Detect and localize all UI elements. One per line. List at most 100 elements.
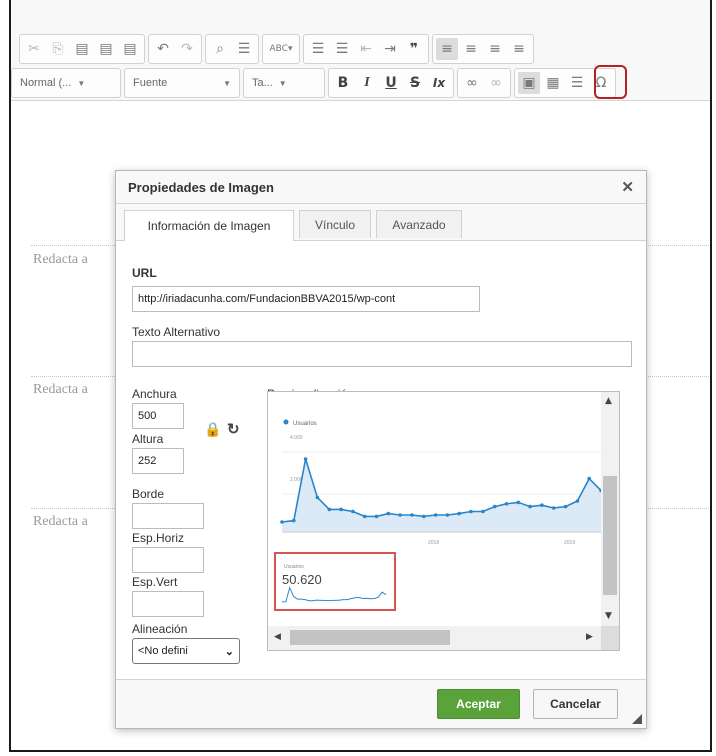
y-tick-label: 4.000 [290, 435, 303, 441]
underline-icon[interactable]: U [380, 72, 402, 94]
url-label: URL [132, 266, 157, 280]
format-combo[interactable]: Normal (... ▼ [11, 68, 121, 98]
series-point [351, 509, 355, 514]
scroll-up-icon[interactable]: ▲ [605, 396, 612, 406]
scroll-left-icon[interactable]: ◀ [274, 632, 281, 642]
alignment-label: Alineación [132, 622, 188, 636]
find-icon[interactable]: ⌕ [209, 38, 231, 60]
alt-text-label: Texto Alternativo [132, 325, 221, 339]
series-point [433, 513, 438, 517]
horizontal-scrollbar[interactable]: ◀ ▶ [268, 626, 619, 650]
size-combo[interactable]: Ta... ▼ [243, 68, 325, 98]
align-right-icon[interactable]: ≡ [484, 38, 506, 60]
series-area [282, 459, 601, 532]
height-label: Altura [132, 432, 164, 446]
alt-text-input[interactable] [132, 341, 632, 367]
undo-icon[interactable]: ↶ [152, 38, 174, 60]
editor-placeholder[interactable]: Redacta a [33, 252, 88, 268]
series-point [492, 504, 497, 509]
series-point [410, 513, 414, 517]
close-icon[interactable]: ✕ [621, 178, 634, 196]
outdent-icon[interactable]: ⇤ [355, 38, 377, 60]
height-input[interactable]: 252 [132, 448, 184, 474]
series-point [292, 518, 296, 523]
dialog-tabs: Información de Imagen Vínculo Avanzado [116, 204, 646, 241]
x-tick-label: 2019 [564, 540, 575, 546]
redo-icon[interactable]: ↷ [176, 38, 198, 60]
series-point [540, 503, 544, 507]
horizontal-scroll-thumb[interactable] [290, 630, 450, 645]
vertical-scrollbar[interactable]: ▲ ▼ [601, 392, 619, 626]
chevron-down-icon: ▼ [223, 78, 231, 88]
editor-frame: ✂ ⎘ ▤ ▤ ▤ ↶ ↷ ⌕ ☰ ABC▾ ☰ ☰ ⇤ ⇥ ❞ ≡ ≡ ≡ ≡ [9, 0, 712, 752]
series-point [339, 507, 343, 512]
font-combo[interactable]: Fuente ▼ [124, 68, 240, 98]
border-input[interactable] [132, 503, 204, 529]
clipboard-group: ✂ ⎘ ▤ ▤ ▤ [19, 34, 145, 64]
alignment-value: <No defini [138, 645, 188, 657]
cancel-button[interactable]: Cancelar [533, 689, 618, 719]
find-group: ⌕ ☰ [205, 34, 259, 64]
tab-link[interactable]: Vínculo [299, 210, 371, 238]
resize-handle-icon[interactable] [632, 714, 642, 724]
indent-icon[interactable]: ⇥ [379, 38, 401, 60]
hspace-label: Esp.Horiz [132, 531, 185, 545]
image-preview: Usuarios 4.000 2.000 2018 2019 Usuarios … [267, 391, 620, 651]
vspace-input[interactable] [132, 591, 204, 617]
image-icon[interactable]: ▣ [518, 72, 540, 94]
cut-icon[interactable]: ✂ [23, 38, 45, 60]
scroll-corner [601, 626, 619, 650]
lock-ratio-icon[interactable]: 🔒 [204, 421, 221, 438]
accept-button[interactable]: Aceptar [437, 689, 520, 719]
align-justify-icon[interactable]: ≡ [508, 38, 530, 60]
hspace-input[interactable] [132, 547, 204, 573]
series-point [398, 513, 402, 517]
horizontal-rule-icon[interactable]: ☰ [566, 72, 588, 94]
link-group: ∞ ∞ [457, 68, 511, 98]
editor-placeholder[interactable]: Redacta a [33, 514, 88, 530]
tab-advanced[interactable]: Avanzado [376, 210, 462, 238]
bold-icon[interactable]: B [332, 72, 354, 94]
tab-image-info[interactable]: Información de Imagen [124, 210, 294, 241]
basic-styles-group: B I U S Ix [328, 68, 454, 98]
reset-size-icon[interactable]: ↻ [227, 420, 240, 438]
italic-icon[interactable]: I [356, 72, 378, 94]
link-icon[interactable]: ∞ [461, 72, 483, 94]
paste-word-icon[interactable]: ▤ [119, 38, 141, 60]
align-center-icon[interactable]: ≡ [460, 38, 482, 60]
image-properties-dialog: Propiedades de Imagen ✕ Información de I… [115, 170, 647, 729]
series-point [386, 511, 391, 516]
scroll-right-icon[interactable]: ▶ [586, 632, 593, 642]
numbered-list-icon[interactable]: ☰ [307, 38, 329, 60]
table-icon[interactable]: ▦ [542, 72, 564, 94]
dialog-footer: Aceptar Cancelar [116, 679, 646, 728]
align-left-icon[interactable]: ≡ [436, 38, 458, 60]
paste-text-icon[interactable]: ▤ [95, 38, 117, 60]
width-input[interactable]: 500 [132, 403, 184, 429]
paste-icon[interactable]: ▤ [71, 38, 93, 60]
series-point [422, 514, 426, 519]
copy-icon[interactable]: ⎘ [47, 38, 69, 60]
preview-series [280, 457, 601, 533]
scroll-down-icon[interactable]: ▼ [605, 611, 612, 621]
remove-format-icon[interactable]: Ix [428, 72, 450, 94]
unlink-icon[interactable]: ∞ [485, 72, 507, 94]
chevron-down-icon: ▼ [77, 78, 86, 88]
dialog-title: Propiedades de Imagen [128, 179, 274, 195]
series-point [280, 520, 284, 524]
spellcheck-icon[interactable]: ABC▾ [266, 38, 296, 60]
bulleted-list-icon[interactable]: ☰ [331, 38, 353, 60]
border-label: Borde [132, 487, 165, 501]
font-combo-label: Fuente [133, 77, 168, 89]
series-point [457, 511, 461, 516]
editor-placeholder[interactable]: Redacta a [33, 382, 88, 398]
replace-icon[interactable]: ☰ [233, 38, 255, 60]
series-point [374, 514, 379, 519]
url-input[interactable]: http://iriadacunha.com/FundacionBBVA2015… [132, 286, 480, 312]
series-point [315, 495, 320, 500]
blockquote-icon[interactable]: ❞ [403, 38, 425, 60]
series-point [563, 504, 568, 509]
strike-icon[interactable]: S [404, 72, 426, 94]
alignment-select[interactable]: <No defini ⌄ [132, 638, 240, 664]
vertical-scroll-thumb[interactable] [603, 476, 617, 595]
